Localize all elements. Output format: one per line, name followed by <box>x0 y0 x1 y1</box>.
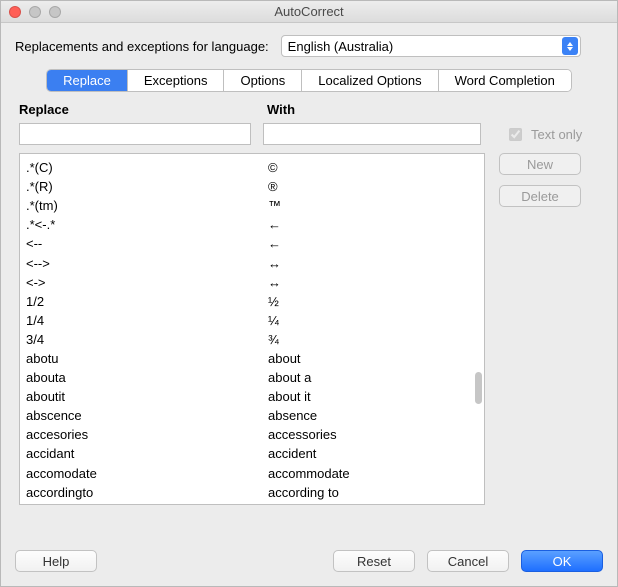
list-item-with: ← <box>268 236 484 251</box>
list-item[interactable]: <->↔ <box>26 273 484 292</box>
list-item-replace: 3/4 <box>26 332 268 347</box>
list-item[interactable]: 1/4¼ <box>26 311 484 330</box>
ok-button[interactable]: OK <box>521 550 603 572</box>
list-item-replace: .*(C) <box>26 160 268 175</box>
list-item-replace: accidant <box>26 446 268 461</box>
list-item-replace: <-> <box>26 275 268 290</box>
list-item[interactable]: aboutaabout a <box>26 368 484 387</box>
list-item-replace: <--> <box>26 256 268 271</box>
list-item-with: absence <box>268 408 484 423</box>
list-item-replace: <-- <box>26 236 268 251</box>
list-item-replace: accross <box>26 504 268 505</box>
list-item-with: ® <box>268 179 484 194</box>
list-item-with: ¼ <box>268 313 484 328</box>
window-title: AutoCorrect <box>1 4 617 19</box>
cancel-button[interactable]: Cancel <box>427 550 509 572</box>
list-item-replace: .*(tm) <box>26 198 268 213</box>
language-label: Replacements and exceptions for language… <box>15 39 269 54</box>
list-item-replace: abouta <box>26 370 268 385</box>
list-item-with: ↔ <box>268 275 484 290</box>
list-item-with: ½ <box>268 294 484 309</box>
list-item[interactable]: abscenceabsence <box>26 406 484 425</box>
column-header-with: With <box>267 102 603 117</box>
list-item[interactable]: aboutitabout it <box>26 387 484 406</box>
tab-exceptions[interactable]: Exceptions <box>128 70 225 91</box>
list-item[interactable]: .*(R)® <box>26 177 484 196</box>
text-only-label: Text only <box>531 127 582 142</box>
list-item-with: © <box>268 160 484 175</box>
list-item-with: across <box>268 504 484 505</box>
list-item-with: according to <box>268 485 484 500</box>
list-item[interactable]: 3/4¾ <box>26 330 484 349</box>
list-item-with: about a <box>268 370 484 385</box>
list-item-replace: aboutit <box>26 389 268 404</box>
list-item[interactable]: .*<-.*← <box>26 215 484 234</box>
language-select[interactable]: English (Australia) <box>281 35 581 57</box>
tabs: Replace Exceptions Options Localized Opt… <box>15 69 603 92</box>
list-item[interactable]: .*(C)© <box>26 158 484 177</box>
list-item[interactable]: abotuabout <box>26 349 484 368</box>
list-item-replace: abscence <box>26 408 268 423</box>
list-item-with: about it <box>268 389 484 404</box>
list-item[interactable]: accomodateaccommodate <box>26 464 484 483</box>
list-item-with: ← <box>268 217 484 232</box>
autocorrect-window: AutoCorrect Replacements and exceptions … <box>0 0 618 587</box>
list-item[interactable]: accesoriesaccessories <box>26 425 484 444</box>
tab-replace[interactable]: Replace <box>47 70 128 91</box>
titlebar: AutoCorrect <box>1 1 617 23</box>
list-item-replace: .*<-.* <box>26 217 268 232</box>
list-item-with: ¾ <box>268 332 484 347</box>
reset-button[interactable]: Reset <box>333 550 415 572</box>
dropdown-stepper-icon <box>562 37 578 55</box>
column-header-replace: Replace <box>19 102 267 117</box>
list-item-with: accommodate <box>268 466 484 481</box>
text-only-checkbox[interactable]: Text only <box>505 125 582 144</box>
list-item[interactable]: accrossacross <box>26 502 484 505</box>
list-item[interactable]: .*(tm)™ <box>26 196 484 215</box>
with-input[interactable] <box>263 123 481 145</box>
help-button[interactable]: Help <box>15 550 97 572</box>
list-item-with: accessories <box>268 427 484 442</box>
text-only-checkbox-input[interactable] <box>509 128 522 141</box>
list-item-with: ™ <box>268 198 484 213</box>
list-item-with: ↔ <box>268 256 484 271</box>
replacements-list[interactable]: .*(C)©.*(R)®.*(tm)™.*<-.*←<--←<-->↔<->↔1… <box>19 153 485 505</box>
list-item[interactable]: <-->↔ <box>26 253 484 272</box>
tab-localized-options[interactable]: Localized Options <box>302 70 438 91</box>
list-item[interactable]: accordingtoaccording to <box>26 483 484 502</box>
list-item[interactable]: 1/2½ <box>26 292 484 311</box>
list-item-replace: abotu <box>26 351 268 366</box>
list-item-replace: 1/2 <box>26 294 268 309</box>
list-item-replace: .*(R) <box>26 179 268 194</box>
scrollbar-thumb[interactable] <box>475 372 482 404</box>
language-value: English (Australia) <box>288 39 394 54</box>
new-button[interactable]: New <box>499 153 581 175</box>
list-item[interactable]: accidantaccident <box>26 444 484 463</box>
list-item-replace: 1/4 <box>26 313 268 328</box>
list-item-with: accident <box>268 446 484 461</box>
delete-button[interactable]: Delete <box>499 185 581 207</box>
replace-input[interactable] <box>19 123 251 145</box>
tab-options[interactable]: Options <box>224 70 302 91</box>
list-item[interactable]: <--← <box>26 234 484 253</box>
list-item-replace: accesories <box>26 427 268 442</box>
list-item-replace: accordingto <box>26 485 268 500</box>
list-item-with: about <box>268 351 484 366</box>
tab-word-completion[interactable]: Word Completion <box>439 70 571 91</box>
list-item-replace: accomodate <box>26 466 268 481</box>
